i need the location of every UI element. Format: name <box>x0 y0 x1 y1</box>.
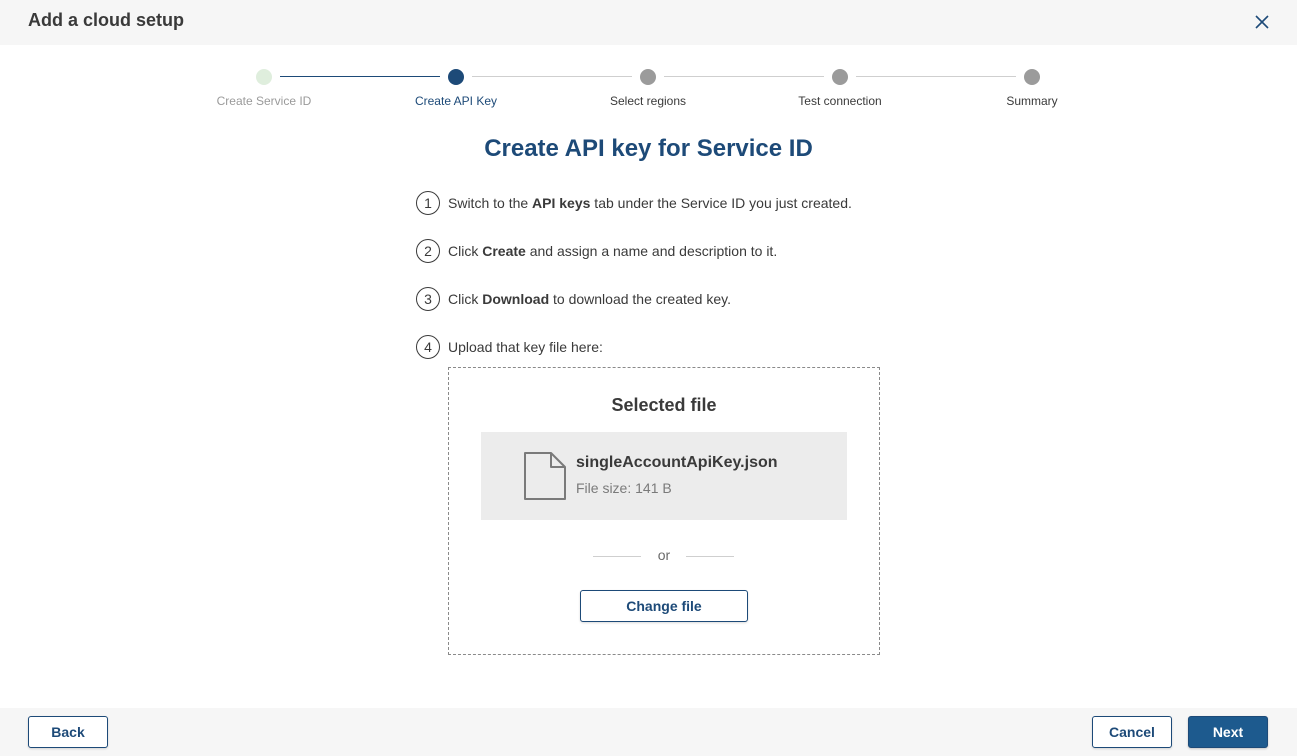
instruction-step: 3 Click Download to download the created… <box>416 287 731 311</box>
instruction-text-part: to download the created key. <box>549 291 731 307</box>
step-4-label: Test connection <box>798 94 882 108</box>
step-1-label: Create Service ID <box>216 94 312 108</box>
step-5-dot <box>1024 69 1040 85</box>
change-file-button[interactable]: Change file <box>580 590 748 622</box>
instruction-step: 4 Upload that key file here: <box>416 335 603 359</box>
step-connector <box>664 76 824 77</box>
instruction-text-part: Switch to the <box>448 195 533 211</box>
close-button[interactable] <box>1251 11 1273 33</box>
step-connector <box>280 76 440 77</box>
dialog-title: Add a cloud setup <box>28 10 185 30</box>
step-number-badge: 3 <box>416 287 440 311</box>
or-separator: or <box>657 547 671 563</box>
step-2-label: Create API Key <box>414 94 498 108</box>
step-number-badge: 4 <box>416 335 440 359</box>
file-upload-dropzone[interactable]: Selected file singleAccountApiKey.json F… <box>448 367 880 655</box>
instruction-text: Upload that key file here: <box>448 339 603 355</box>
cancel-button[interactable]: Cancel <box>1092 716 1172 748</box>
instruction-text-part: Click <box>448 291 483 307</box>
step-connector <box>472 76 632 77</box>
dialog-header: Add a cloud setup <box>0 0 1297 45</box>
close-icon[interactable] <box>1251 11 1273 33</box>
step-connector <box>856 76 1016 77</box>
dialog-footer: Back Cancel Next <box>0 708 1297 756</box>
step-1-dot <box>256 69 272 85</box>
selected-file-card: singleAccountApiKey.json File size: 141 … <box>481 432 847 520</box>
file-size: File size: 141 B <box>576 480 672 496</box>
instruction-emphasis: Download <box>482 291 550 307</box>
instruction-text: Switch to the API keys tab under the Ser… <box>448 195 852 211</box>
selected-file-heading: Selected file <box>611 395 717 415</box>
step-2-dot <box>448 69 464 85</box>
instruction-text-part: and assign a name and description to it. <box>525 243 778 259</box>
instruction-step: 1 Switch to the API keys tab under the S… <box>416 191 852 215</box>
file-name: singleAccountApiKey.json <box>576 454 778 471</box>
step-number-badge: 1 <box>416 191 440 215</box>
instruction-step: 2 Click Create and assign a name and des… <box>416 239 777 263</box>
progress-stepper: Create Service ID Create API Key Select … <box>0 60 1297 120</box>
step-5-label: Summary <box>1006 94 1058 108</box>
file-icon <box>524 452 566 500</box>
back-button[interactable]: Back <box>28 716 108 748</box>
instruction-text: Click Download to download the created k… <box>448 291 731 307</box>
instruction-text-part: Upload that key file here: <box>448 339 603 355</box>
instruction-text: Click Create and assign a name and descr… <box>448 243 777 259</box>
step-4-dot <box>832 69 848 85</box>
next-button[interactable]: Next <box>1188 716 1268 748</box>
instruction-emphasis: API keys <box>532 195 591 211</box>
page-title: Create API key for Service ID <box>484 135 813 162</box>
instruction-emphasis: Create <box>482 243 526 259</box>
step-3-dot <box>640 69 656 85</box>
step-3-label: Select regions <box>609 94 687 108</box>
step-number-badge: 2 <box>416 239 440 263</box>
instruction-text-part: Click <box>448 243 483 259</box>
instruction-text-part: tab under the Service ID you just create… <box>590 195 852 211</box>
